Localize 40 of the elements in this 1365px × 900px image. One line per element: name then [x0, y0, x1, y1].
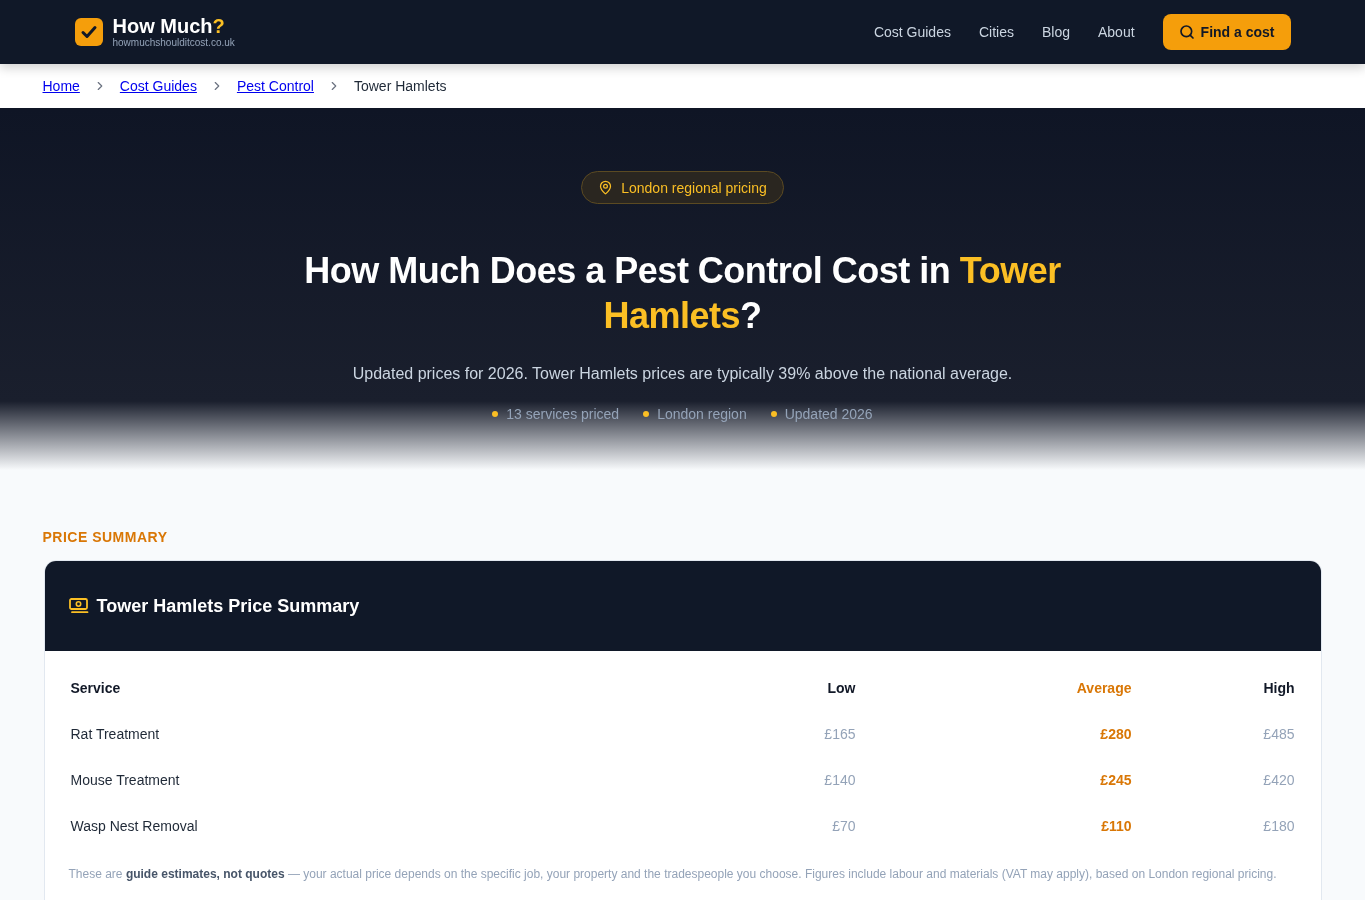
logo-domain: howmuchshoulditcost.co.uk	[112, 37, 235, 49]
disclaimer-note: These are guide estimates, not quotes — your actual price depends on the specific job, your property and the tradespeople you choose. Figures include labour and materials (VAT may apply), based on London regional pricing.	[67, 866, 1278, 882]
breadcrumb-current: Tower Hamlets	[353, 77, 447, 96]
table-cell-text: Rat Treatment	[70, 725, 161, 744]
column-header: Average	[1075, 679, 1132, 698]
card-title: Tower Hamlets Price Summary	[96, 595, 360, 618]
table-cell-text: £70	[831, 817, 856, 836]
banknote-icon	[68, 598, 89, 614]
nav-link[interactable]: About	[1098, 22, 1135, 42]
table-cell-text: £485	[1262, 725, 1295, 744]
breadcrumb-link[interactable]: Cost Guides	[119, 76, 197, 96]
column-header: High	[1262, 679, 1295, 698]
logo-title: How Much?	[112, 15, 226, 37]
column-header: Service	[70, 679, 122, 698]
map-pin-icon	[598, 180, 614, 195]
table-cell-text: £245	[1099, 771, 1132, 790]
nav-link[interactable]: Cities	[978, 22, 1014, 42]
fact-label: London region	[657, 405, 747, 424]
table-cell-text: £420	[1262, 771, 1295, 790]
section-eyebrow: PRICE SUMMARY	[42, 528, 169, 547]
fact-label: 13 services priced	[506, 405, 620, 424]
badge-label: London regional pricing	[621, 178, 767, 198]
column-header: Low	[826, 679, 856, 698]
find-a-cost-button[interactable]: Find a cost	[1162, 14, 1291, 50]
nav-link[interactable]: Blog	[1041, 22, 1070, 42]
hero-subtitle: Updated prices for 2026. Tower Hamlets prices are typically 39% above the national average.	[352, 364, 1013, 384]
nav-link[interactable]: Cost Guides	[873, 22, 951, 42]
table-cell-text: £110	[1100, 817, 1132, 836]
table-cell-text: Mouse Treatment	[70, 771, 181, 790]
search-icon	[1178, 24, 1195, 40]
table-cell-text: £180	[1262, 817, 1295, 836]
breadcrumb-link[interactable]: Pest Control	[236, 76, 314, 96]
table-cell-text: £165	[823, 725, 856, 744]
fact-label: Updated 2026	[784, 405, 873, 424]
table-cell-text: £140	[823, 771, 856, 790]
table-cell-text: £280	[1099, 725, 1132, 744]
checkmark-logo-icon	[74, 18, 103, 46]
breadcrumb-link[interactable]: Home	[42, 76, 80, 96]
table-cell-text: Wasp Nest Removal	[70, 817, 199, 836]
page-heading: How Much Does a Pest Control Cost in Tower Hamlets?	[303, 249, 1062, 338]
